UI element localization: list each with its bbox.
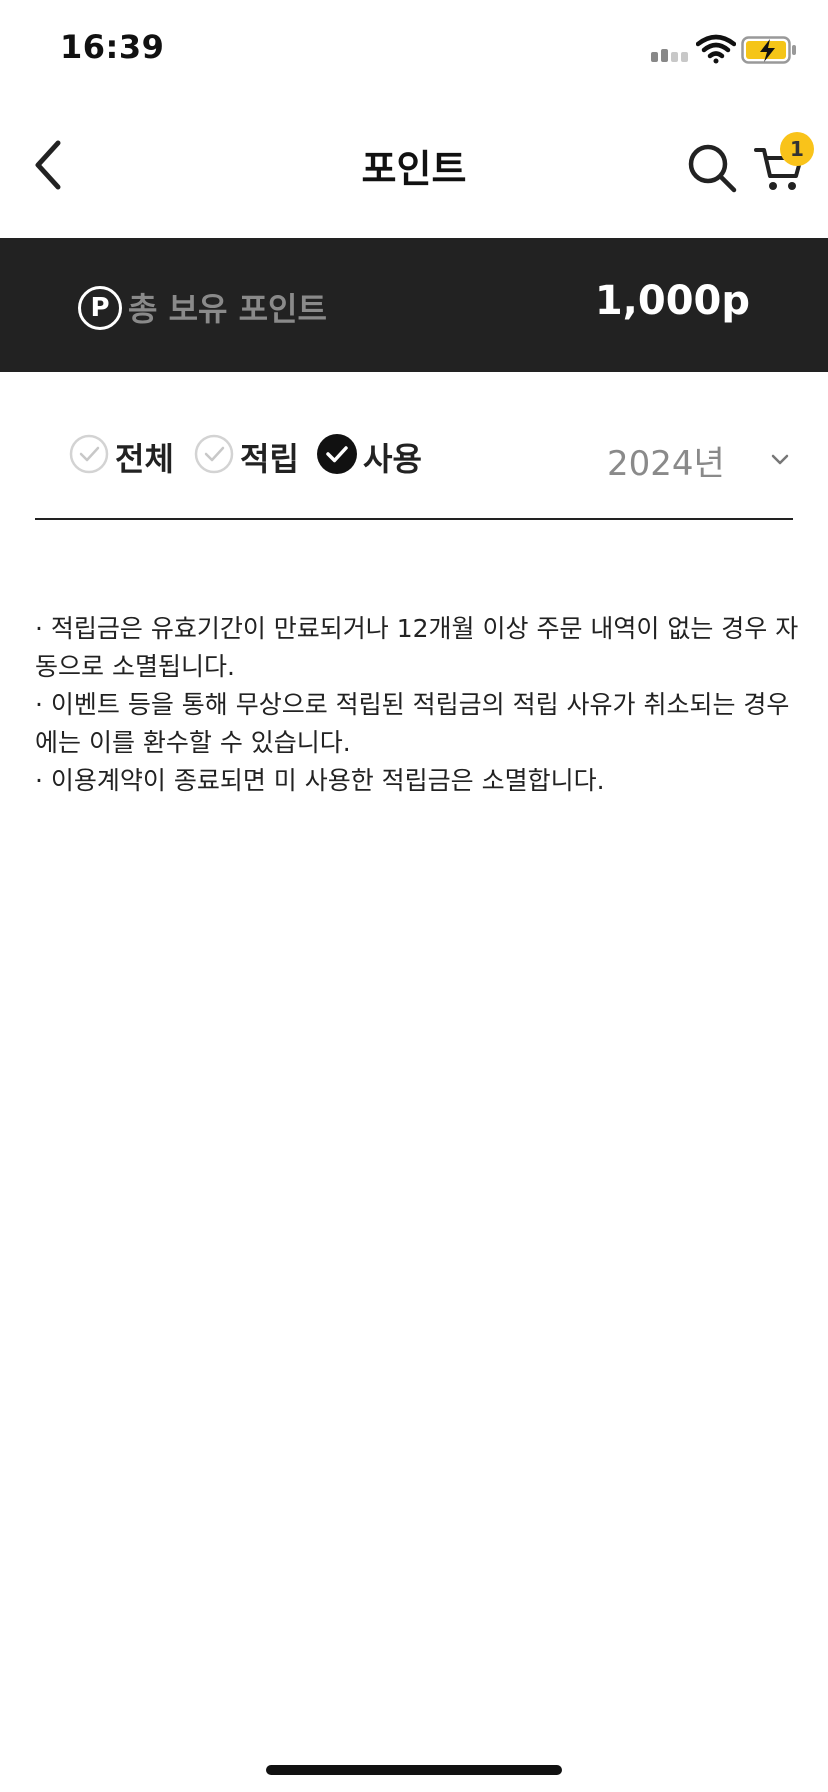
notice-line: · 이벤트 등을 통해 무상으로 적립된 적립금의 적립 사유가 취소되는 경우 (35, 690, 790, 719)
home-indicator[interactable] (266, 1765, 562, 1775)
notice-line: 동으로 소멸됩니다. (35, 652, 235, 681)
check-circle-outline-icon (194, 434, 234, 474)
points-notice: · 적립금은 유효기간이 만료되거나 12개월 이상 주문 내역이 없는 경우 … (35, 610, 799, 800)
year-select-value: 2024년 (607, 444, 725, 484)
notice-line: · 이용계약이 종료되면 미 사용한 적립금은 소멸합니다. (35, 766, 605, 795)
point-icon: P (78, 286, 122, 330)
navigation-bar: 포인트 (0, 100, 828, 238)
chevron-down-icon (771, 454, 789, 465)
cart-count-badge: 1 (780, 132, 814, 166)
filter-all-label: 전체 (115, 440, 174, 478)
filter-earned-label: 적립 (240, 440, 299, 478)
total-points-banner: P 총 보유 포인트 1,000p (0, 238, 828, 372)
check-circle-outline-icon (69, 434, 109, 474)
filter-bar: 전체 적립 사용 2024년 (35, 372, 793, 520)
filter-used-label: 사용 (363, 440, 422, 478)
wifi-icon (696, 34, 736, 64)
cellular-signal-icon (651, 40, 691, 62)
search-icon[interactable] (686, 142, 738, 194)
battery-charging-icon (741, 36, 796, 64)
total-points-value: 1,000p (594, 278, 750, 324)
year-select[interactable]: 2024년 (607, 436, 793, 484)
check-circle-filled-icon (317, 434, 357, 474)
notice-line: 에는 이를 환수할 수 있습니다. (35, 728, 351, 757)
total-points-label: 총 보유 포인트 (128, 290, 327, 328)
notice-line: · 적립금은 유효기간이 만료되거나 12개월 이상 주문 내역이 없는 경우 … (35, 614, 799, 643)
status-bar: 16:39 (0, 0, 828, 100)
status-time: 16:39 (60, 28, 165, 66)
